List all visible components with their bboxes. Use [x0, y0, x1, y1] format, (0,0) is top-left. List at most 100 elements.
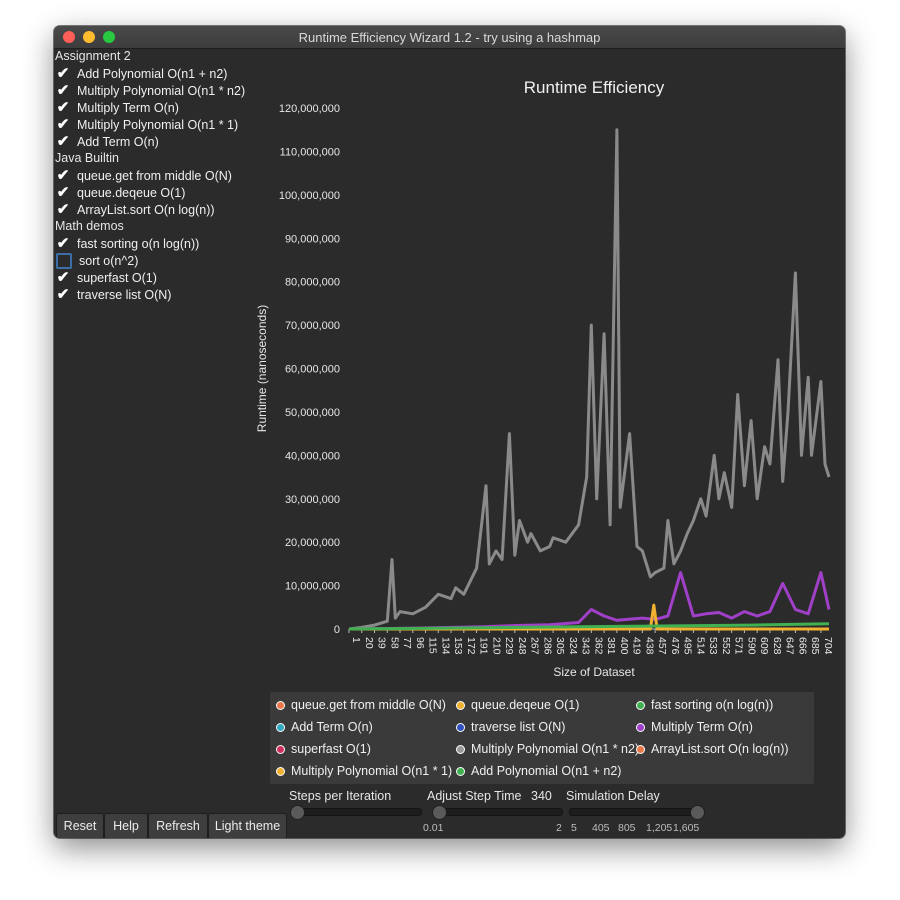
steps-per-iteration-track[interactable] — [290, 808, 422, 816]
step-time-track[interactable] — [433, 808, 563, 816]
window-title: Runtime Efficiency Wizard 1.2 - try usin… — [298, 30, 601, 45]
delay-tick-label: 1,205 — [646, 822, 673, 834]
legend-color-dot — [276, 722, 285, 732]
algorithm-label: sort o(n^2) — [79, 253, 139, 268]
legend-label: superfast O(1) — [291, 742, 371, 756]
y-tick-label: 0 — [334, 624, 340, 636]
step-time-label: Adjust Step Time — [427, 789, 522, 803]
x-tick-label: 514 — [694, 637, 706, 655]
legend-item: ArrayList.sort O(n log(n)) — [636, 740, 789, 758]
checkmark-icon[interactable]: ✔ — [56, 117, 70, 132]
algorithm-label: Add Term O(n) — [77, 134, 159, 149]
algorithm-label: superfast O(1) — [77, 270, 157, 285]
empty-checkbox-icon[interactable] — [56, 252, 72, 269]
legend-item: Multiply Polynomial O(n1 * n2) — [456, 740, 639, 758]
algorithm-label: queue.deqeue O(1) — [77, 185, 186, 200]
algorithm-checkbox-row[interactable]: ✔ superfast O(1) — [54, 269, 254, 286]
checkmark-icon[interactable]: ✔ — [56, 236, 70, 251]
step-time-value: 340 — [531, 789, 552, 803]
legend-color-dot — [636, 722, 645, 732]
x-tick-label: 191 — [478, 637, 490, 655]
y-tick-label: 110,000,000 — [280, 146, 340, 158]
y-tick-label: 40,000,000 — [285, 450, 340, 462]
steps-per-iteration-thumb[interactable] — [290, 805, 305, 820]
x-tick-label: 438 — [643, 637, 655, 655]
algorithm-checkbox-row[interactable]: ✔ Add Polynomial O(n1 + n2) — [54, 65, 254, 82]
simulation-delay-track[interactable] — [569, 808, 699, 816]
x-tick-label: 96 — [414, 637, 426, 649]
checkmark-icon[interactable]: ✔ — [56, 270, 70, 285]
x-tick-label: 172 — [465, 637, 477, 655]
refresh-button[interactable]: Refresh — [148, 813, 208, 838]
legend-label: Add Polynomial O(n1 + n2) — [471, 764, 622, 778]
algorithm-checkbox-row[interactable]: ✔ queue.get from middle O(N) — [54, 167, 254, 184]
algorithm-checkbox-row[interactable]: ✔ ArrayList.sort O(n log(n)) — [54, 201, 254, 218]
checkmark-icon[interactable]: ✔ — [56, 83, 70, 98]
algorithm-label: ArrayList.sort O(n log(n)) — [77, 202, 215, 217]
y-tick-label: 120,000,000 — [279, 103, 340, 115]
legend-label: Multiply Polynomial O(n1 * 1) — [291, 764, 453, 778]
legend-item: traverse list O(N) — [456, 718, 565, 736]
y-tick-label: 10,000,000 — [285, 581, 340, 593]
x-tick-label: 381 — [605, 637, 617, 655]
x-tick-label: 210 — [490, 637, 502, 655]
algorithm-checkbox-row[interactable]: ✔ traverse list O(N) — [54, 286, 254, 303]
step-time-max: 2 — [556, 822, 562, 834]
algorithm-checkbox-row[interactable]: ✔ queue.deqeue O(1) — [54, 184, 254, 201]
x-tick-label: 39 — [376, 637, 388, 649]
series-line — [348, 128, 831, 631]
x-tick-label: 666 — [796, 637, 808, 655]
legend-label: fast sorting o(n log(n)) — [651, 698, 774, 712]
algorithm-label: Multiply Term O(n) — [77, 100, 179, 115]
algorithm-label: queue.get from middle O(N) — [77, 168, 232, 183]
x-tick-label: 704 — [822, 637, 834, 655]
legend-color-dot — [456, 722, 465, 732]
group-header: Math demos — [55, 219, 124, 233]
delay-tick-label: 805 — [618, 822, 636, 834]
algorithm-label: Add Polynomial O(n1 + n2) — [77, 66, 228, 81]
chart-title: Runtime Efficiency — [524, 78, 665, 97]
simulation-delay-thumb[interactable] — [690, 805, 705, 820]
checkmark-icon[interactable]: ✔ — [56, 168, 70, 183]
algorithm-checkbox-row[interactable]: sort o(n^2) — [54, 252, 254, 269]
algorithm-checkbox-row[interactable]: ✔ Multiply Polynomial O(n1 * 1) — [54, 116, 254, 133]
help-button[interactable]: Help — [104, 813, 148, 838]
reset-button[interactable]: Reset — [56, 813, 104, 838]
x-tick-label: 267 — [529, 637, 541, 655]
legend-color-dot — [456, 766, 465, 776]
legend-color-dot — [276, 700, 285, 710]
legend-label: queue.deqeue O(1) — [471, 698, 580, 712]
y-tick-label: 50,000,000 — [285, 407, 340, 419]
title-bar[interactable]: Runtime Efficiency Wizard 1.2 - try usin… — [54, 26, 845, 49]
y-tick-label: 100,000,000 — [279, 190, 340, 202]
group-header: Java Builtin — [55, 151, 119, 165]
checkmark-icon[interactable]: ✔ — [56, 134, 70, 149]
x-tick-label: 552 — [720, 637, 732, 655]
algorithm-checkbox-row[interactable]: ✔ Multiply Term O(n) — [54, 99, 254, 116]
light-theme-button[interactable]: Light theme — [208, 813, 287, 838]
checkmark-icon[interactable]: ✔ — [56, 100, 70, 115]
group-header: Assignment 2 — [55, 49, 131, 63]
y-tick-label: 60,000,000 — [285, 364, 340, 376]
checkmark-icon[interactable]: ✔ — [56, 202, 70, 217]
delay-tick-label: 5 — [571, 822, 577, 834]
y-axis-label: Runtime (nanoseconds) — [255, 305, 269, 432]
legend-item: queue.get from middle O(N) — [276, 696, 446, 714]
x-tick-label: 400 — [618, 637, 630, 655]
algorithm-checkbox-row[interactable]: ✔ fast sorting o(n log(n)) — [54, 235, 254, 252]
checkmark-icon[interactable]: ✔ — [56, 66, 70, 81]
step-time-thumb[interactable] — [432, 805, 447, 820]
x-tick-label: 20 — [363, 637, 375, 649]
legend-color-dot — [456, 744, 465, 754]
algorithm-checkbox-row[interactable]: ✔ Add Term O(n) — [54, 133, 254, 150]
series-line — [348, 571, 831, 631]
legend-item: fast sorting o(n log(n)) — [636, 696, 773, 714]
checkmark-icon[interactable]: ✔ — [56, 185, 70, 200]
algorithm-checkbox-row[interactable]: ✔ Multiply Polynomial O(n1 * n2) — [54, 82, 254, 99]
algorithm-label: Multiply Polynomial O(n1 * n2) — [77, 83, 246, 98]
checkmark-icon[interactable]: ✔ — [56, 287, 70, 302]
x-tick-label: 77 — [401, 637, 413, 649]
x-tick-label: 134 — [439, 637, 451, 655]
legend-item: Add Term O(n) — [276, 718, 373, 736]
x-tick-label: 609 — [758, 637, 770, 655]
